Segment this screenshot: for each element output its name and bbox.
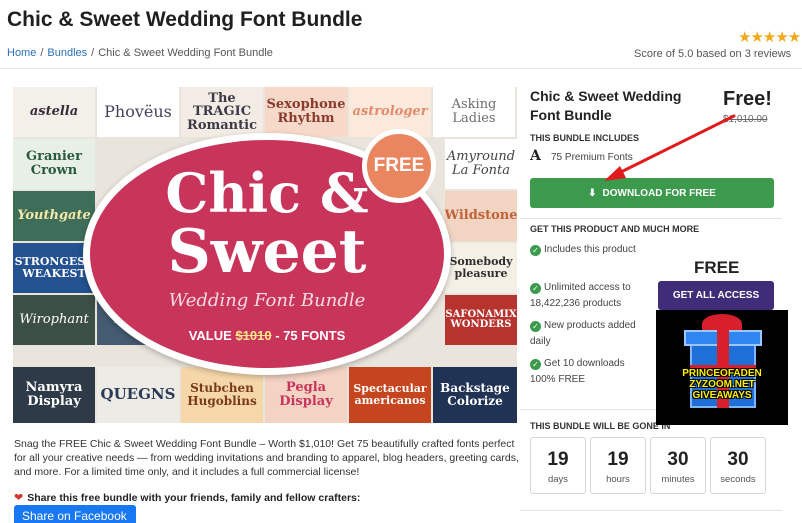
panel-divider [520,218,782,219]
hero-headline: Sweet [167,217,367,287]
feature-text: New products added daily [530,320,636,347]
countdown-value: 19 [547,449,569,470]
countdown-seconds: 30 seconds [710,437,766,494]
breadcrumb-current: Chic & Sweet Wedding Font Bundle [98,47,273,59]
font-tile: Phovëus [97,87,179,137]
font-tile: Namyra Display [13,367,95,423]
breadcrumb-bundles[interactable]: Bundles [47,47,87,59]
hero-value-old: $1010 [235,328,272,343]
download-button[interactable]: ⬇ DOWNLOAD FOR FREE [530,178,774,208]
font-tile: Somebody pleasure [445,243,517,293]
font-tile: Pegla Display [265,367,347,423]
font-count: 75 Premium Fonts [551,152,633,163]
countdown-minutes: 30 minutes [650,437,706,494]
font-tile: QUEGNS [97,367,179,423]
heart-icon: ❤ [14,492,24,504]
feature-text: Unlimited access to 18,422,236 products [530,282,631,309]
font-tile: Youthgate [13,191,95,241]
share-prompt: ❤ Share this free bundle with your frien… [14,491,361,505]
giveaway-line: GIVEAWAYS [692,390,752,401]
share-text: Share this free bundle with your friends… [27,491,361,504]
rating-stars-icon[interactable]: ★★★★★ [738,28,801,46]
countdown-days: 19 days [530,437,586,494]
panel-divider [520,510,782,511]
giveaway-line: ZYZOOM.NET [689,379,755,390]
feature-text: Includes this product [544,244,636,255]
breadcrumb-home[interactable]: Home [7,47,36,59]
check-icon: ✓ [530,321,541,332]
countdown-unit: minutes [661,474,695,485]
breadcrumb-separator: / [91,47,95,59]
countdown-hours: 19 hours [590,437,646,494]
hero-value-prefix: VALUE [188,328,232,343]
hero-value: VALUE $1010 - 75 FONTS [90,328,444,343]
hero-value-suffix: - 75 FONTS [275,328,346,343]
panel-title: Chic & Sweet Wedding Font Bundle [530,88,682,123]
get-all-access-button[interactable]: GET ALL ACCESS [658,281,774,310]
page-title: Chic & Sweet Wedding Font Bundle [7,8,363,31]
giveaway-overlay: PRINCEOFADEN ZYZOOM.NET GIVEAWAYS [656,310,788,425]
check-icon: ✓ [530,245,541,256]
font-tile: Asking Ladies [433,87,515,137]
feature-item: ✓ Get 10 downloads 100% FREE [530,356,648,388]
bundle-description: Snag the FREE Chic & Sweet Wedding Font … [14,438,519,478]
feature-item: ✓ Includes this product [530,242,648,258]
font-tile: Backstage Colorize [433,367,517,423]
countdown-unit: seconds [720,474,756,485]
font-tile: Wirophant [13,295,95,345]
countdown-label: THIS BUNDLE WILL BE GONE IN [530,421,671,431]
access-price: FREE [694,258,740,277]
countdown-value: 30 [727,449,749,470]
old-price: $1,010.00 [723,114,768,125]
font-tile: Amyround La Fonta [445,139,517,189]
font-tile: astella [13,87,95,137]
breadcrumb-separator: / [40,47,44,59]
font-icon: A [530,148,541,164]
download-label: DOWNLOAD FOR FREE [602,187,716,199]
feature-item: ✓ New products added daily [530,318,648,350]
rating-score-text: Score of 5.0 based on 3 reviews [634,48,792,60]
font-tile: Wildstone [445,191,517,241]
font-tile: Granier Crown [13,139,95,189]
hero-subtitle: Wedding Font Bundle [168,290,366,311]
includes-label: THIS BUNDLE INCLUDES [530,133,640,143]
feature-text: Get 10 downloads 100% FREE [530,358,625,385]
breadcrumb: Home / Bundles / Chic & Sweet Wedding Fo… [7,47,273,59]
font-tile: Sexophone Rhythm [265,87,347,137]
font-tile: The TRAGIC Romantic [181,87,263,137]
font-tile: Stubchen Hugoblins [181,367,263,423]
check-icon: ✓ [530,283,541,294]
giveaway-line: PRINCEOFADEN [682,368,762,379]
check-icon: ✓ [530,359,541,370]
bundle-hero-image: astella Phovëus The TRAGIC Romantic Sexo… [13,87,517,423]
get-more-label: GET THIS PRODUCT AND MUCH MORE [530,224,700,234]
font-tile: Spectacular americanos [349,367,431,423]
font-tile: SAFONAMIX WONDERS [445,295,517,345]
free-badge: FREE [362,129,436,203]
countdown-value: 30 [667,449,689,470]
countdown-unit: days [547,474,569,485]
giveaway-text: PRINCEOFADEN ZYZOOM.NET GIVEAWAYS [656,368,788,401]
download-icon: ⬇ [588,187,597,199]
feature-item: ✓ Unlimited access to 18,422,236 products [530,280,648,312]
countdown-value: 19 [607,449,629,470]
share-facebook-button[interactable]: Share on Facebook [14,505,136,523]
header-divider [0,68,802,69]
price-label: Free! [723,88,772,110]
countdown-unit: hours [606,474,630,485]
